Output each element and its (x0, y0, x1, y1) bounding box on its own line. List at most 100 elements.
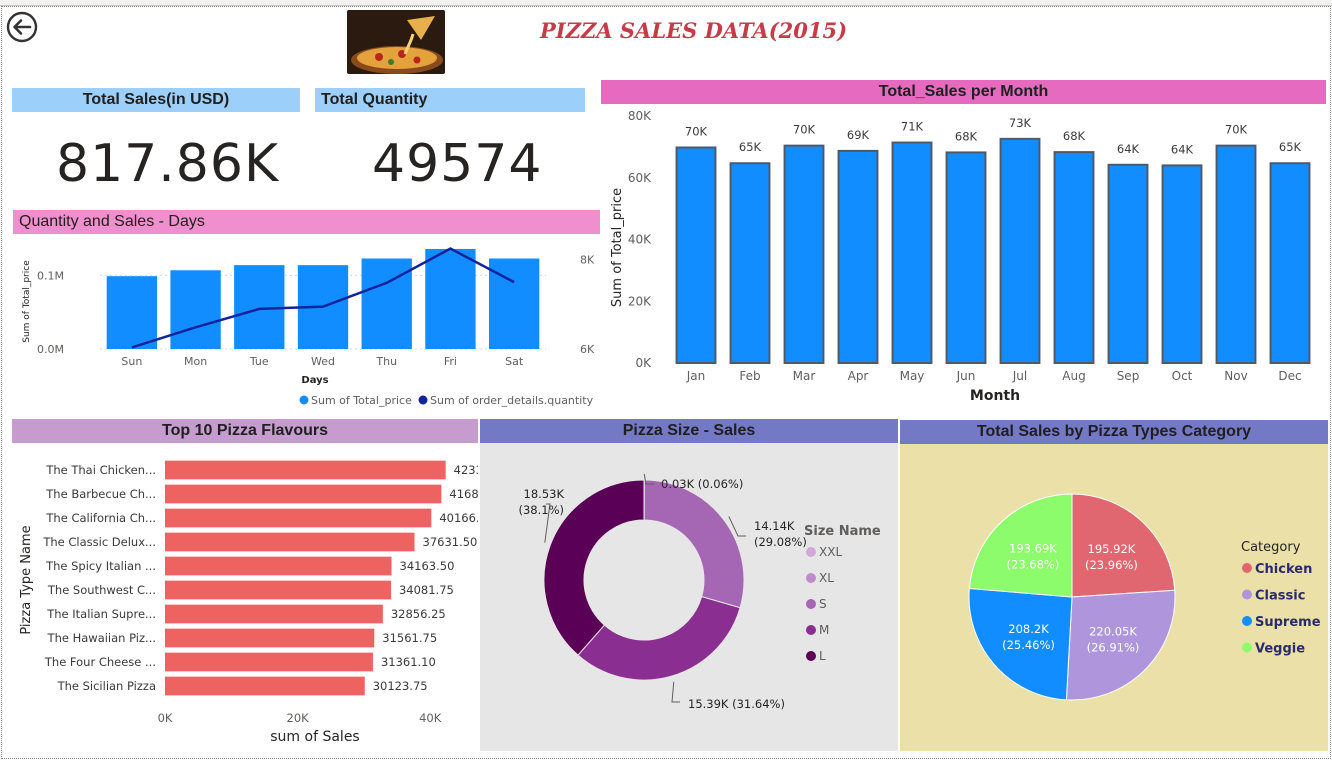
flavour-bar (165, 652, 373, 672)
size-data-label-value: 18.53K (524, 487, 565, 501)
month-x-tick-label: Feb (739, 369, 760, 383)
category-legend-title: Category (1241, 540, 1301, 555)
category-legend-label: Veggie (1255, 642, 1305, 657)
month-data-label: 69K (847, 128, 870, 142)
flavour-data-label: 30123.75 (373, 679, 428, 693)
size-data-label: 15.39K (31.64%) (688, 697, 785, 711)
flavour-bar (165, 628, 375, 648)
size-legend-label: L (819, 649, 826, 663)
days-x-tick-label: Mon (184, 355, 207, 368)
flavour-data-label: 40166.50 (439, 511, 478, 525)
month-x-tick-label: Apr (848, 369, 869, 383)
total-sales-label: Total Sales(in USD) (12, 88, 300, 112)
days-x-tick-label: Sat (505, 355, 524, 368)
flavour-category-label: The Four Cheese ... (44, 655, 156, 669)
category-legend-marker (1242, 589, 1252, 600)
month-data-label: 70K (685, 124, 708, 138)
month-bar (837, 149, 879, 364)
month-bar (1269, 162, 1311, 364)
flavour-bar (165, 604, 383, 624)
legend-line-marker (418, 395, 428, 405)
month-bar (1053, 151, 1095, 364)
size-legend-marker (806, 547, 816, 557)
category-data-label-value: 208.2K (1008, 622, 1049, 636)
pizza-logo-image (347, 10, 445, 74)
month-x-tick-label: Jun (956, 369, 976, 383)
back-arrow-icon[interactable] (6, 11, 38, 43)
legend-bar-marker (299, 395, 309, 405)
month-bar (945, 151, 987, 365)
days-y-axis-title: Sum of Total_price (22, 260, 32, 343)
size-data-label: 0.03K (0.06%) (661, 477, 743, 491)
days-x-tick-label: Wed (311, 355, 335, 368)
month-y-tick-label: 0K (635, 356, 652, 370)
days-x-tick-label: Thu (375, 355, 397, 368)
size-slice (577, 596, 741, 681)
category-data-label-pct: (26.91%) (1087, 641, 1140, 655)
month-data-label: 73K (1009, 116, 1032, 130)
month-data-label: 70K (1225, 123, 1248, 137)
days-panel-title: Quantity and Sales - Days (13, 210, 600, 234)
month-data-label: 71K (901, 120, 924, 134)
size-legend-marker (806, 651, 816, 661)
category-data-label-pct: (23.68%) (1007, 558, 1060, 572)
flavour-data-label: 31561.75 (382, 631, 437, 645)
month-y-tick-label: 60K (628, 171, 652, 185)
flavour-category-label: The California Ch... (45, 511, 156, 525)
flavour-y-axis-title: Pizza Type Name (19, 525, 34, 634)
flavours-bar-chart: The Thai Chicken... 42332.25 The Barbecue … (19, 460, 478, 745)
month-bar (891, 141, 933, 364)
category-legend-label: Supreme (1255, 615, 1321, 630)
month-y-axis-title: Sum of Total_price (610, 188, 625, 307)
category-legend-marker (1242, 642, 1252, 653)
size-panel-title: Pizza Size - Sales (480, 419, 898, 443)
category-data-label-value: 193.69K (1009, 542, 1057, 556)
size-legend-label: S (819, 597, 827, 611)
flavour-x-axis-title: sum of Sales (270, 729, 359, 745)
month-x-tick-label: Aug (1062, 369, 1085, 383)
month-data-label: 70K (793, 123, 816, 137)
month-x-axis-title: Month (970, 388, 1020, 404)
month-x-tick-label: Jan (686, 369, 706, 383)
category-data-label-pct: (23.96%) (1085, 558, 1138, 572)
flavour-category-label: The Barbecue Ch... (45, 487, 156, 501)
category-pie-chart: 195.92K (23.96%) 220.05K (26.91%) 208.2K (25.… (968, 493, 1321, 701)
flavour-data-label: 37631.50 (423, 535, 478, 549)
days-x-tick-label: Tue (249, 355, 269, 368)
flavour-data-label: 41683.00 (449, 487, 478, 501)
flavour-bar (165, 532, 415, 552)
total-quantity-label: Total Quantity (315, 88, 585, 112)
flavour-data-label: 34163.50 (400, 559, 455, 573)
flavour-data-label: 42332.25 (454, 463, 478, 477)
page-title: PIZZA SALES DATA(2015) (540, 18, 848, 43)
legend-line-label: Sum of order_details.quantity (430, 394, 594, 407)
month-x-tick-label: Dec (1278, 369, 1301, 383)
size-legend-title: Size Name (804, 524, 881, 539)
month-bar (783, 144, 825, 364)
size-slice (643, 479, 745, 609)
days-x-tick-label: Fri (444, 355, 457, 368)
month-x-tick-label: Sep (1117, 369, 1140, 383)
flavour-data-label: 31361.10 (381, 655, 436, 669)
size-legend-label: XXL (819, 545, 842, 559)
category-data-label-value: 195.92K (1088, 542, 1136, 556)
flavour-bar (165, 484, 442, 504)
flavours-panel-title: Top 10 Pizza Flavours (12, 419, 478, 443)
month-panel-title: Total_Sales per Month (601, 80, 1326, 104)
month-bar (1215, 144, 1257, 364)
flavour-category-label: The Hawaiian Piz... (47, 631, 156, 645)
size-leader-line (671, 681, 680, 703)
category-legend-label: Chicken (1255, 562, 1312, 577)
flavour-bar (165, 676, 365, 696)
days-x-axis-title: Days (301, 375, 328, 386)
flavour-bar (165, 556, 392, 576)
flavour-category-label: The Italian Supre... (46, 607, 156, 621)
category-data-label-pct: (25.46%) (1002, 638, 1055, 652)
size-data-label-value: 14.14K (754, 519, 795, 533)
size-legend-label: M (819, 623, 829, 637)
legend-bar-label: Sum of Total_price (311, 394, 412, 407)
month-x-tick-label: Jul (1012, 369, 1027, 383)
month-bar (675, 146, 717, 365)
flavour-x-tick-label: 40K (419, 711, 442, 725)
category-legend-marker (1242, 616, 1252, 626)
